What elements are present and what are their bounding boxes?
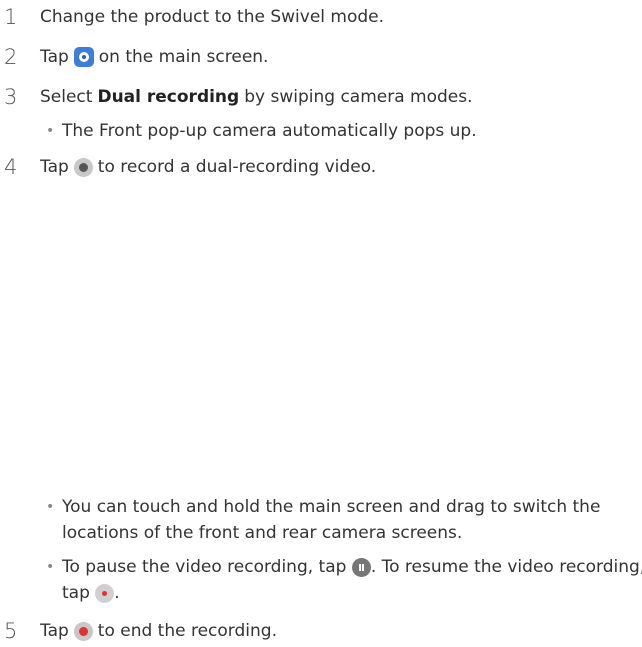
step-number: 3 xyxy=(4,85,18,109)
step-number: 2 xyxy=(4,45,18,69)
step-3-after: by swiping camera modes. xyxy=(244,87,473,107)
step-5-after: to end the recording. xyxy=(97,621,277,641)
bullet-text: The Front pop-up camera automatically po… xyxy=(62,121,477,141)
switch-line-1: You can touch and hold the main screen a… xyxy=(62,497,601,517)
bullet-text: To pause the video recording, tap . To r… xyxy=(62,554,642,606)
step-text: Tap on the main screen. xyxy=(40,45,268,69)
bullet-pop-up: • The Front pop-up camera automatically … xyxy=(46,118,477,144)
bullet-text: You can touch and hold the main screen a… xyxy=(62,494,600,546)
resume-before: tap xyxy=(62,583,90,603)
resume-record-icon xyxy=(95,583,115,603)
camera-app-icon xyxy=(73,47,94,67)
bullet-pause-resume: • To pause the video recording, tap . To… xyxy=(46,554,642,606)
step-text: Tap to end the recording. xyxy=(40,619,277,643)
pause-before: To pause the video recording, tap xyxy=(62,557,347,577)
bullet-dot-icon: • xyxy=(46,123,55,139)
step-2-before: Tap xyxy=(40,47,69,67)
stop-icon xyxy=(73,621,93,641)
step-2: 2 Tap on the main screen. xyxy=(0,45,268,69)
bullet-dot-icon: • xyxy=(46,559,55,575)
pause-after: . To resume the video recording, xyxy=(370,557,642,577)
bullet-switch-screens: • You can touch and hold the main screen… xyxy=(46,494,600,546)
step-1: 1 Change the product to the Swivel mode. xyxy=(0,5,384,29)
step-4: 4 Tap to record a dual-recording video. xyxy=(0,155,376,179)
step-3-before: Select xyxy=(40,87,93,107)
step-text: Select Dual recording by swiping camera … xyxy=(40,85,473,109)
step-2-after: on the main screen. xyxy=(98,47,269,67)
step-text: Tap to record a dual-recording video. xyxy=(40,155,376,179)
step-5-before: Tap xyxy=(40,621,69,641)
pause-icon xyxy=(351,557,371,577)
step-number: 1 xyxy=(4,5,18,29)
step-4-after: to record a dual-recording video. xyxy=(97,157,377,177)
switch-line-2: locations of the front and rear camera s… xyxy=(62,523,463,543)
step-4-before: Tap xyxy=(40,157,69,177)
step-3: 3 Select Dual recording by swiping camer… xyxy=(0,85,473,109)
dual-recording-label: Dual recording xyxy=(97,87,240,107)
step-1-text: Change the product to the Swivel mode. xyxy=(40,7,385,27)
step-text: Change the product to the Swivel mode. xyxy=(40,5,384,29)
step-number: 4 xyxy=(4,155,18,179)
resume-after: . xyxy=(114,583,120,603)
bullet-dot-icon: • xyxy=(46,499,55,515)
step-number: 5 xyxy=(4,619,18,643)
step-5: 5 Tap to end the recording. xyxy=(0,619,277,643)
record-icon xyxy=(73,157,93,177)
instruction-page: 1 Change the product to the Swivel mode.… xyxy=(0,0,642,647)
